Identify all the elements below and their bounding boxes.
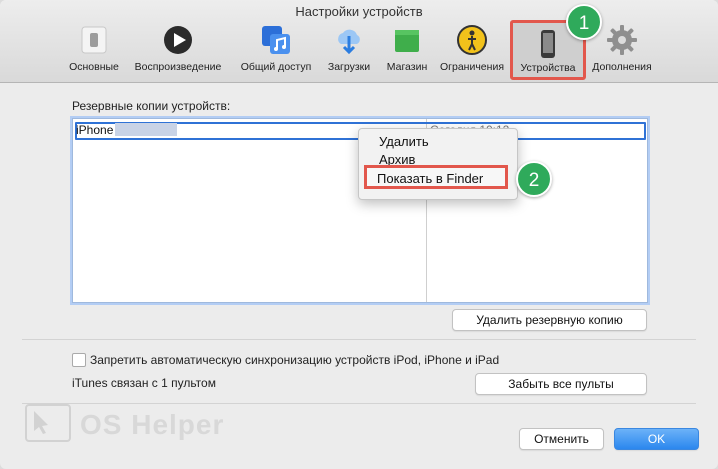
remotes-info: iTunes связан с 1 пультом [72,376,216,390]
iphone-icon [541,30,555,58]
delete-backup-button[interactable]: Удалить резервную копию [452,309,647,331]
tab-playback[interactable]: Воспроизведение [128,24,228,76]
watermark-text: OS Helper [80,409,225,440]
ok-button[interactable]: OK [614,428,699,450]
context-menu: Удалить Архив Показать в Finder [358,128,518,200]
tab-downloads[interactable]: Загрузки [321,24,377,76]
tab-store[interactable]: Магазин [380,24,434,76]
store-bag-icon [395,30,419,52]
window-title: Настройки устройств [295,4,423,19]
play-icon [164,26,192,54]
step-badge-1: 1 [566,4,602,40]
restrictions-icon [457,25,487,55]
menu-item-delete[interactable]: Удалить [379,134,429,149]
prevent-sync-label: Запретить автоматическую синхронизацию у… [90,353,500,367]
cursor-logo-icon [25,404,71,442]
watermark: OS Helper [22,401,242,451]
prevent-sync-checkbox[interactable] [72,353,86,367]
music-share-icon [262,26,290,54]
download-cloud-icon [338,29,360,55]
divider [22,339,696,340]
redacted-name-blur [115,123,177,136]
backups-label: Резервные копии устройств: [72,99,231,113]
preferences-window: Настройки устройств Основные Воспроизвед… [0,0,718,469]
menu-item-show-in-finder[interactable]: Показать в Finder [377,171,483,186]
gear-icon [607,25,637,55]
phone-switch-icon [81,26,107,54]
toolbar: Настройки устройств Основные Воспроизвед… [0,0,718,83]
backup-device-name: iPhone [76,123,114,137]
forget-remotes-button[interactable]: Забыть все пульты [475,373,647,395]
cancel-button[interactable]: Отменить [519,428,604,450]
tab-general[interactable]: Основные [66,24,122,76]
tab-restrictions[interactable]: Ограничения [434,24,510,76]
tab-sharing[interactable]: Общий доступ [235,24,317,76]
step-badge-2: 2 [516,161,552,197]
